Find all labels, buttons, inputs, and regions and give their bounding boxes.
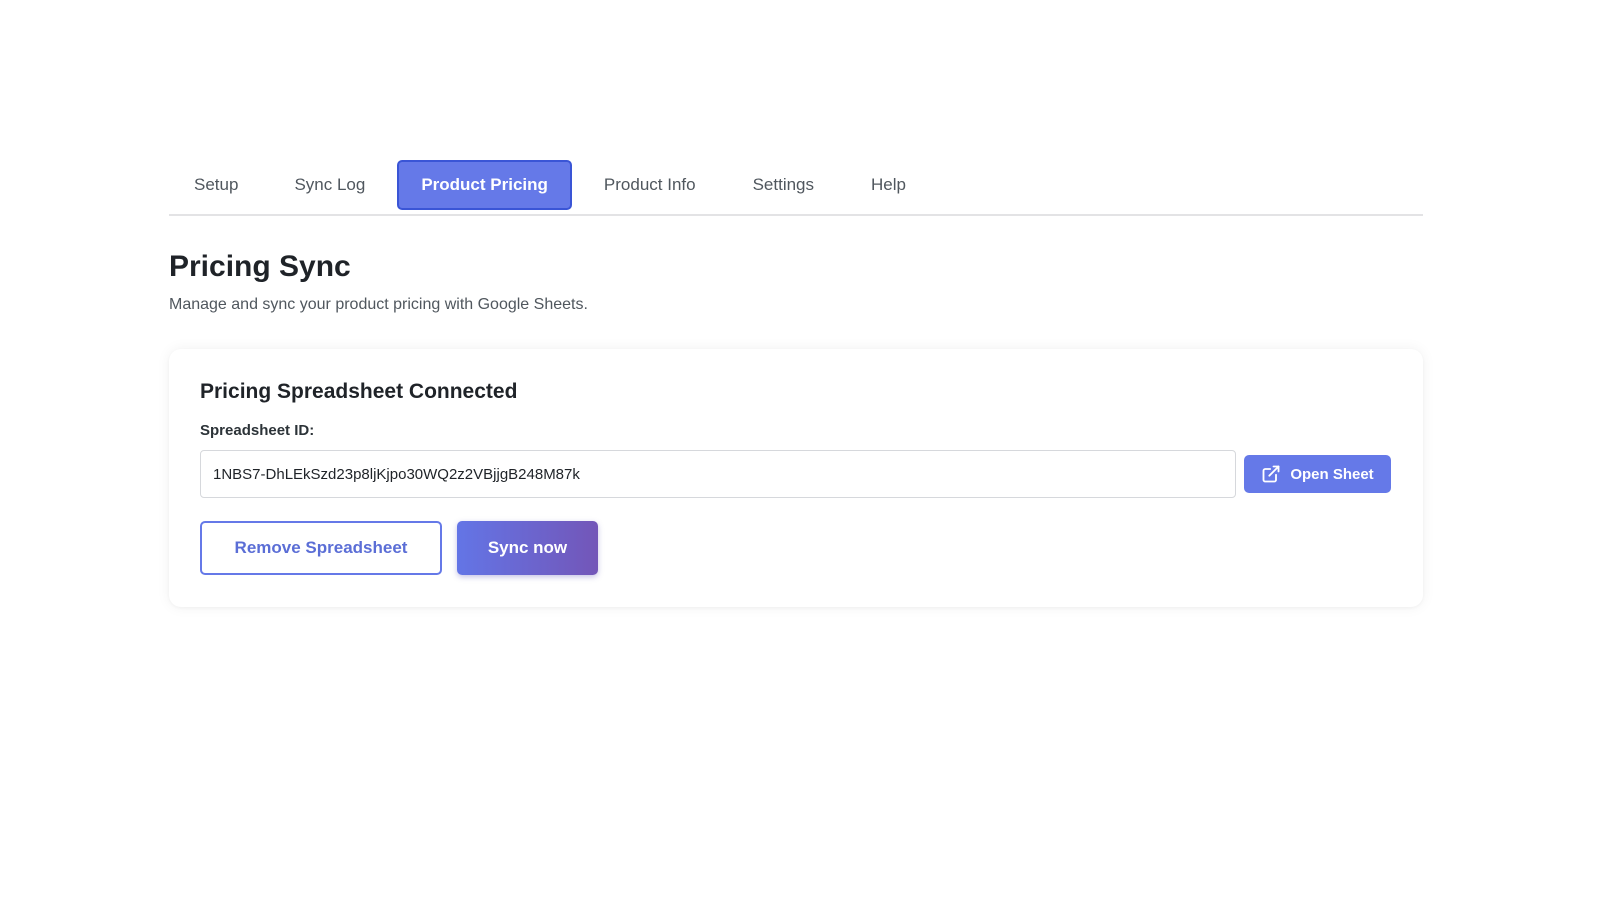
open-sheet-button[interactable]: Open Sheet <box>1244 455 1391 493</box>
remove-spreadsheet-button[interactable]: Remove Spreadsheet <box>200 521 442 575</box>
sync-now-button[interactable]: Sync now <box>457 521 598 575</box>
tab-sync-log[interactable]: Sync Log <box>270 160 397 210</box>
tab-product-info[interactable]: Product Info <box>572 160 728 210</box>
open-sheet-label: Open Sheet <box>1290 465 1374 483</box>
external-link-icon <box>1262 465 1280 483</box>
tab-product-pricing[interactable]: Product Pricing <box>397 160 572 210</box>
tab-help[interactable]: Help <box>843 160 931 210</box>
action-row: Remove Spreadsheet Sync now <box>200 521 1392 575</box>
page-subtitle: Manage and sync your product pricing wit… <box>169 296 588 313</box>
page-title: Pricing Sync <box>169 250 351 283</box>
plugin-page: Setup Sync Log Product Pricing Product I… <box>169 158 1423 607</box>
spreadsheet-card: Pricing Spreadsheet Connected Spreadshee… <box>169 349 1423 607</box>
tab-settings[interactable]: Settings <box>728 160 843 210</box>
spreadsheet-id-row: Open Sheet <box>200 450 1392 498</box>
card-title: Pricing Spreadsheet Connected <box>200 380 518 403</box>
tab-setup[interactable]: Setup <box>169 160 270 210</box>
spreadsheet-id-label: Spreadsheet ID: <box>200 422 315 439</box>
tab-bar: Setup Sync Log Product Pricing Product I… <box>169 158 1423 216</box>
spreadsheet-id-input[interactable] <box>200 450 1236 498</box>
